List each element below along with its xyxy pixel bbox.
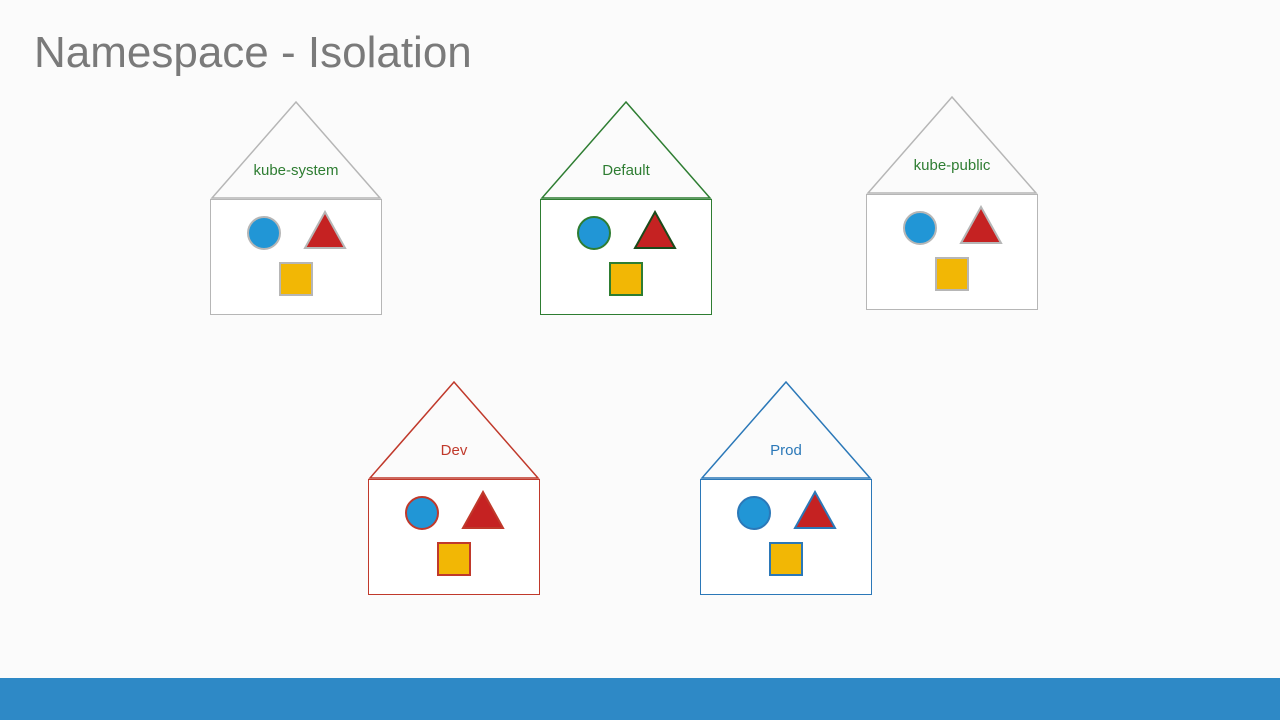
square-icon [935,257,969,291]
namespace-house-dev: Dev [368,380,540,595]
triangle-icon [303,210,347,250]
namespace-body [866,194,1038,310]
namespace-label: Prod [700,442,872,459]
namespace-house-default: Default [540,100,712,315]
circle-icon [903,211,937,245]
triangle-icon [793,490,837,530]
page-title: Namespace - Isolation [34,28,472,78]
circle-icon [737,496,771,530]
triangle-icon [633,210,677,250]
namespace-body [540,199,712,315]
roof-icon [210,100,382,200]
footer-bar [0,678,1280,720]
triangle-icon [461,490,505,530]
namespace-body [210,199,382,315]
roof-icon [700,380,872,480]
square-icon [437,542,471,576]
namespace-label: kube-system [210,162,382,179]
namespace-label: Dev [368,442,540,459]
square-icon [279,262,313,296]
namespace-house-kube-system: kube-system [210,100,382,315]
namespace-body [368,479,540,595]
roof-icon [540,100,712,200]
circle-icon [405,496,439,530]
namespace-house-prod: Prod [700,380,872,595]
roof-icon [866,95,1038,195]
square-icon [769,542,803,576]
triangle-icon [959,205,1003,245]
namespace-label: kube-public [866,157,1038,174]
square-icon [609,262,643,296]
roof-icon [368,380,540,480]
circle-icon [577,216,611,250]
namespace-label: Default [540,162,712,179]
namespace-body [700,479,872,595]
circle-icon [247,216,281,250]
namespace-house-kube-public: kube-public [866,95,1038,310]
